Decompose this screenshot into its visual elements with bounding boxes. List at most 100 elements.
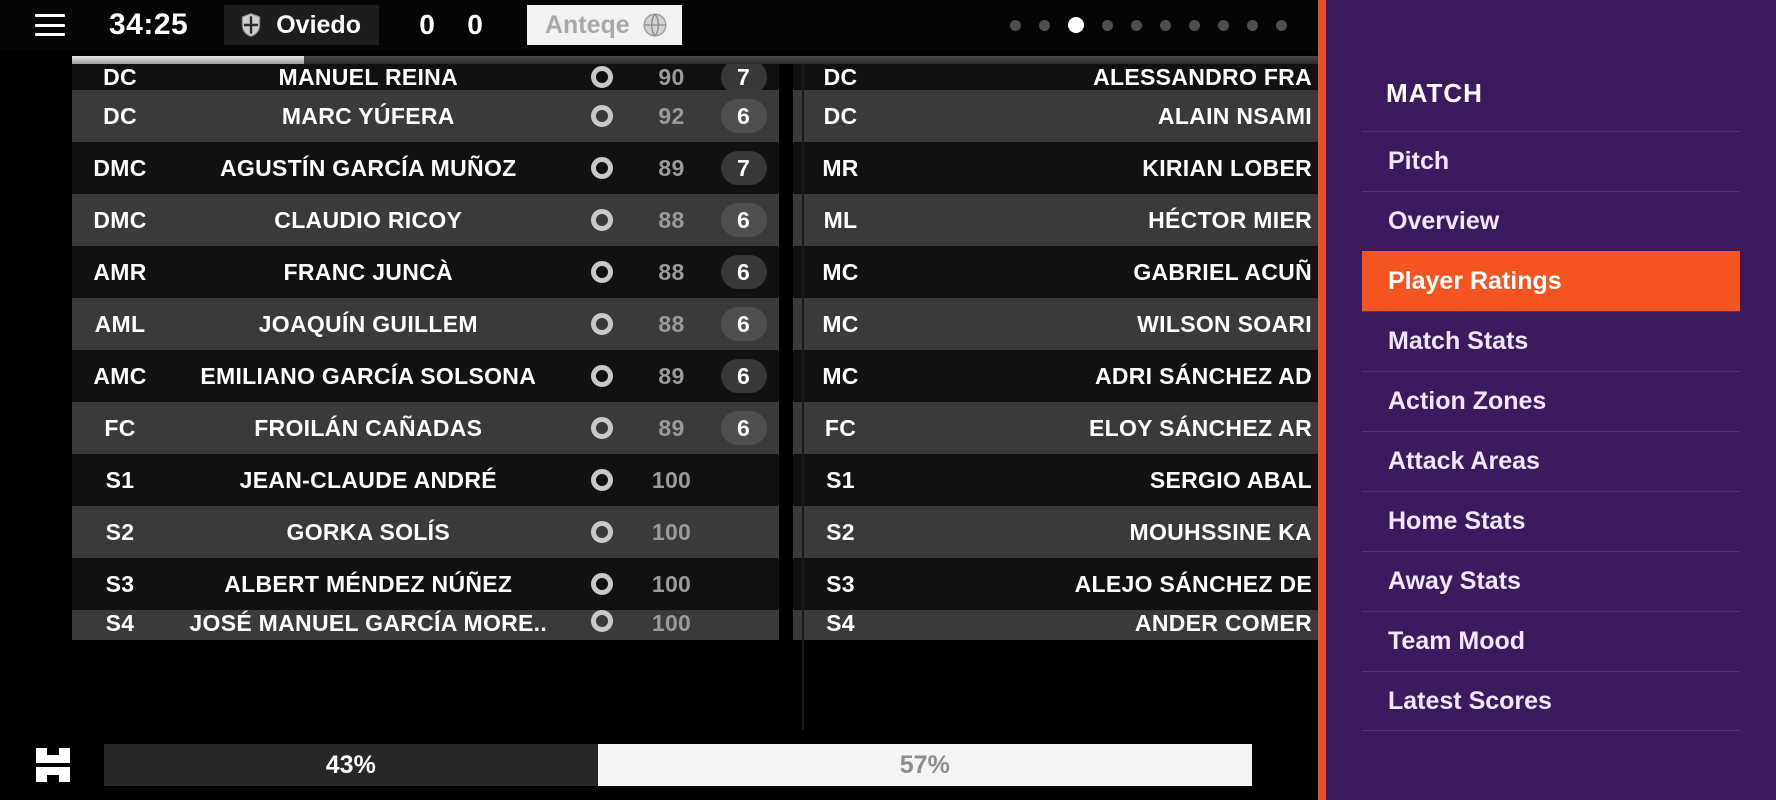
away-score: 0 [467,9,483,40]
sidebar-item-home-stats[interactable]: Home Stats [1362,491,1740,551]
player-rating-cell: 6 [709,203,779,237]
table-row[interactable]: ML HÉCTOR MIER [792,194,1318,246]
page-dot[interactable] [1189,19,1200,31]
table-row[interactable]: S2 GORKA SOLÍS 100 [72,506,779,558]
scrollbar-thumb[interactable] [72,56,304,64]
player-position: S4 [105,610,135,636]
condition-ring-icon [590,469,613,491]
player-name: ALBERT MÉNDEZ NÚÑEZ [224,570,513,597]
sidebar-item-player-ratings[interactable]: Player Ratings [1362,251,1740,311]
table-row[interactable]: S2 MOUHSSINE KA [792,506,1318,558]
table-row[interactable]: DMC CLAUDIO RICOY 88 6 [72,194,779,246]
sidebar-item-attack-areas[interactable]: Attack Areas [1362,431,1740,491]
condition-cell [569,313,635,335]
sidebar-item-label: Action Zones [1388,387,1547,415]
sidebar-item-away-stats[interactable]: Away Stats [1362,551,1740,611]
table-row[interactable]: MC ADRI SÁNCHEZ AD [792,350,1318,402]
table-row[interactable]: DC MARC YÚFERA 92 6 [72,90,779,142]
sidebar-item-pitch[interactable]: Pitch [1362,131,1740,191]
condition-ring-icon [590,157,613,179]
table-row[interactable]: FC FROILÁN CAÑADAS 89 6 [72,402,779,454]
player-rating-cell: 6 [709,411,779,445]
page-dots[interactable] [1010,0,1287,50]
table-row[interactable]: AMR FRANC JUNCÀ 88 6 [72,246,779,298]
player-rating-cell: 6 [709,359,779,393]
sidebar-item-match-stats[interactable]: Match Stats [1362,311,1740,371]
shield-badge-icon [238,12,264,38]
table-row[interactable]: S4 JOSÉ MANUEL GARCÍA MORE.. 100 [72,610,779,640]
table-row[interactable]: MC GABRIEL ACUÑ [792,246,1318,298]
player-fitness: 100 [651,466,692,493]
player-name: MANUEL REINA [278,64,458,90]
player-position: MR [822,154,859,181]
player-name: WILSON SOARI [1137,310,1312,337]
table-row[interactable]: MC WILSON SOARI [792,298,1318,350]
away-team-chip[interactable]: Anteqe [526,5,682,45]
player-name: MOUHSSINE KA [1129,518,1312,545]
sidebar-item-label: Latest Scores [1388,686,1552,715]
table-row[interactable]: DC MANUEL REINA 90 7 [72,64,779,90]
page-dot[interactable] [1247,19,1258,31]
player-fitness: 88 [658,310,685,337]
condition-ring-icon [590,105,613,127]
home-team-chip[interactable]: Oviedo [224,5,379,45]
away-player-ratings-table: DC ALESSANDRO FRA DC ALAIN NSAMI MR KIRIAN LO… [792,64,1318,730]
player-name: CLAUDIO RICOY [274,206,463,233]
sidebar-item-label: Match Stats [1388,327,1529,355]
sidebar-item-team-mood[interactable]: Team Mood [1362,611,1740,671]
player-position: AML [94,310,146,337]
page-dot[interactable] [1160,19,1171,31]
player-position: MC [822,258,859,285]
rating-badge: 7 [720,64,767,90]
table-row[interactable]: MR KIRIAN LOBER [792,142,1318,194]
table-row[interactable]: AMC EMILIANO GARCÍA SOLSONA 89 6 [72,350,779,402]
table-row[interactable]: DMC AGUSTÍN GARCÍA MUÑOZ 89 7 [72,142,779,194]
rating-badge: 6 [720,359,767,393]
player-ratings-panel: DC MANUEL REINA 90 7 DC MARC YÚFERA 92 6 DMC AGUS… [0,50,1318,730]
possession-icon [36,748,70,782]
table-row[interactable]: S3 ALBERT MÉNDEZ NÚÑEZ 100 [72,558,779,610]
sidebar-item-overview[interactable]: Overview [1362,191,1740,251]
table-row[interactable]: DC ALESSANDRO FRA [792,64,1318,90]
player-rating-cell: 7 [709,64,779,90]
sidebar-item-action-zones[interactable]: Action Zones [1362,371,1740,431]
table-row[interactable]: S1 SERGIO ABAL [792,454,1318,506]
top-bar: 34:25 Oviedo 0 0 Anteqe [0,0,1318,50]
page-dot-active[interactable] [1068,17,1084,33]
horizontal-scrollbar[interactable] [72,56,1318,64]
table-row[interactable]: S1 JEAN-CLAUDE ANDRÉ 100 [72,454,779,506]
condition-ring-icon [590,261,613,283]
condition-cell [569,521,635,543]
sidebar-item-label: Overview [1388,207,1500,235]
rating-badge: 6 [720,307,767,341]
page-dot[interactable] [1218,19,1229,31]
page-dot[interactable] [1010,19,1021,31]
player-position: FC [104,414,136,441]
table-row[interactable]: AML JOAQUÍN GUILLEM 88 6 [72,298,779,350]
sidebar-item-latest-scores[interactable]: Latest Scores [1362,671,1740,731]
rating-badge: 6 [720,411,767,445]
page-dot[interactable] [1039,19,1050,31]
player-position: S3 [826,570,855,597]
page-dot[interactable] [1131,19,1142,31]
player-name: JOSÉ MANUEL GARCÍA MORE.. [189,610,548,636]
home-score: 0 [419,9,435,40]
table-row[interactable]: S4 ANDER COMER [792,610,1318,640]
player-fitness: 88 [658,258,685,285]
page-dot[interactable] [1276,19,1287,31]
table-row[interactable]: FC ELOY SÁNCHEZ AR [792,402,1318,454]
sidebar-item-label: Team Mood [1388,627,1526,655]
condition-ring-icon [590,521,613,543]
player-position: DC [823,102,858,129]
player-name: ALAIN NSAMI [1157,102,1312,129]
condition-ring-icon [590,610,613,632]
hamburger-icon[interactable] [35,14,65,36]
page-dot[interactable] [1102,19,1113,31]
home-possession: 43% [104,744,598,786]
table-row[interactable]: DC ALAIN NSAMI [792,90,1318,142]
table-row[interactable]: S3 ALEJO SÁNCHEZ DE [792,558,1318,610]
player-position: FC [824,414,857,441]
away-possession: 57% [597,744,1252,786]
player-name: GORKA SOLÍS [286,518,450,545]
condition-cell [569,209,635,231]
